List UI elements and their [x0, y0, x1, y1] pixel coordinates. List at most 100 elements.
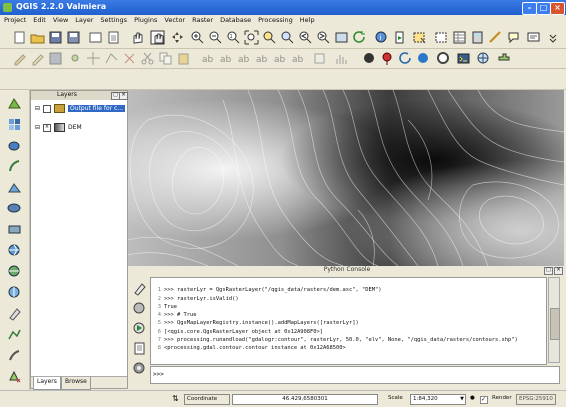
reload-python-icon[interactable]	[398, 51, 413, 66]
add-postgis-layer-icon[interactable]	[7, 138, 22, 153]
zoom-to-selection-icon[interactable]	[262, 30, 277, 45]
composer-manager-icon[interactable]	[106, 30, 121, 45]
add-delimited-text-layer-icon[interactable]	[7, 306, 22, 321]
run-command-icon[interactable]	[132, 321, 147, 336]
expand-icon[interactable]: ⊟	[35, 105, 40, 112]
tab-browser[interactable]: Browse	[61, 377, 91, 390]
red-pin-icon[interactable]	[380, 51, 395, 66]
new-project-icon[interactable]	[12, 30, 27, 45]
raster-histogram-icon[interactable]	[334, 51, 349, 66]
console-close-icon[interactable]: ×	[554, 267, 563, 275]
field-calculator-icon[interactable]	[470, 30, 485, 45]
measure-icon[interactable]	[488, 30, 503, 45]
add-vector-layer-icon[interactable]	[7, 96, 22, 111]
add-sql-anywhere-layer-icon[interactable]	[7, 222, 22, 237]
layer-item-dem[interactable]: ⊟ × DEM	[35, 123, 82, 132]
pan-to-selection-icon[interactable]	[150, 30, 165, 45]
panel-close-icon[interactable]: ×	[119, 92, 128, 100]
zoom-to-layer-icon[interactable]	[280, 30, 295, 45]
add-wcs-layer-icon[interactable]	[7, 264, 22, 279]
render-checkbox[interactable]: ✓	[480, 396, 488, 404]
layer-visibility-checkbox[interactable]	[43, 104, 52, 113]
menu-vector[interactable]: Vector	[160, 15, 188, 24]
stop-render-icon[interactable]: ●	[468, 394, 478, 405]
add-mssql-layer-icon[interactable]	[7, 180, 22, 195]
console-output[interactable]: 1 >>> rasterLyr = QgsRasterLayer("/qgis_d…	[150, 277, 547, 365]
label-tool-icon[interactable]: ab	[200, 51, 215, 66]
run-feature-action-icon[interactable]	[392, 30, 407, 45]
label-properties-icon[interactable]	[312, 51, 327, 66]
toolbar-overflow-icon[interactable]	[546, 30, 561, 45]
console-settings-icon[interactable]	[132, 361, 147, 376]
zoom-actual-size-icon[interactable]: 1	[226, 30, 241, 45]
save-as-icon[interactable]	[66, 30, 81, 45]
label-move-icon[interactable]: ab	[254, 51, 269, 66]
label-change-icon[interactable]: ab	[290, 51, 305, 66]
label-pin-icon[interactable]: ab	[218, 51, 233, 66]
menu-layer[interactable]: Layer	[71, 15, 96, 24]
menu-raster[interactable]: Raster	[188, 15, 216, 24]
new-shapefile-layer-icon[interactable]	[7, 327, 22, 342]
menu-processing[interactable]: Processing	[254, 15, 296, 24]
copy-features-icon[interactable]	[158, 51, 173, 66]
text-annotation-icon[interactable]	[526, 30, 541, 45]
menu-project[interactable]: Project	[0, 15, 29, 24]
node-tool-icon[interactable]	[104, 51, 119, 66]
cut-features-icon[interactable]	[140, 51, 155, 66]
import-class-icon[interactable]	[132, 301, 147, 316]
dark-globe-icon[interactable]	[362, 51, 377, 66]
console-scrollbar[interactable]	[548, 277, 560, 363]
scrollbar-thumb[interactable]	[550, 308, 560, 340]
zoom-out-icon[interactable]	[208, 30, 223, 45]
menu-database[interactable]: Database	[216, 15, 254, 24]
deselect-icon[interactable]	[434, 30, 449, 45]
current-edits-icon[interactable]	[12, 51, 27, 66]
blue-circle-icon[interactable]	[416, 51, 431, 66]
remove-layer-icon[interactable]	[7, 369, 22, 384]
crs-status[interactable]: EPSG:25910	[516, 394, 556, 405]
close-icon[interactable]: ×	[550, 2, 565, 15]
open-attribute-table-icon[interactable]	[452, 30, 467, 45]
paste-features-icon[interactable]	[176, 51, 191, 66]
menu-plugins[interactable]: Plugins	[130, 15, 160, 24]
map-tips-icon[interactable]	[506, 30, 521, 45]
label-rotate-icon[interactable]: ab	[272, 51, 287, 66]
save-layer-edits-icon[interactable]	[48, 51, 63, 66]
clear-console-icon[interactable]	[132, 281, 147, 296]
new-print-composer-icon[interactable]	[88, 30, 103, 45]
refresh-icon[interactable]	[352, 30, 367, 45]
zoom-in-icon[interactable]	[190, 30, 205, 45]
move-feature-icon[interactable]	[86, 51, 101, 66]
georeferencer-icon[interactable]	[476, 51, 491, 66]
add-oracle-layer-icon[interactable]	[7, 201, 22, 216]
zoom-next-icon[interactable]	[316, 30, 331, 45]
map-canvas[interactable]	[128, 90, 564, 266]
maximize-icon[interactable]: □	[536, 2, 551, 15]
openlayers-icon[interactable]	[436, 51, 451, 66]
zoom-full-icon[interactable]	[244, 30, 259, 45]
menu-edit[interactable]: Edit	[29, 15, 49, 24]
pan-hand-icon[interactable]	[130, 30, 145, 45]
layer-visibility-checkbox[interactable]: ×	[43, 123, 52, 132]
scale-combo[interactable]: 1:84,320 ▼	[410, 394, 466, 405]
add-spatialite-layer-icon[interactable]	[7, 159, 22, 174]
python-console-icon[interactable]	[456, 51, 471, 66]
expand-icon[interactable]: ⊟	[35, 124, 40, 131]
zoom-last-icon[interactable]	[298, 30, 313, 45]
toggle-editing-icon[interactable]	[30, 51, 45, 66]
plugin-manager-icon[interactable]	[496, 51, 511, 66]
menu-settings[interactable]: Settings	[96, 15, 130, 24]
menu-view[interactable]: View	[49, 15, 71, 24]
select-features-icon[interactable]	[412, 30, 427, 45]
identify-icon[interactable]: i	[374, 30, 389, 45]
new-map-view-icon[interactable]	[334, 30, 349, 45]
add-raster-layer-icon[interactable]	[7, 117, 22, 132]
new-spatialite-layer-icon[interactable]	[7, 348, 22, 363]
label-show-hide-icon[interactable]: ab	[236, 51, 251, 66]
layer-item-output-file[interactable]: ⊟ Output file for c...	[35, 104, 126, 113]
show-editor-icon[interactable]	[132, 341, 147, 356]
add-feature-icon[interactable]	[68, 51, 83, 66]
touch-zoom-icon[interactable]	[170, 30, 185, 45]
open-project-icon[interactable]	[30, 30, 45, 45]
add-wfs-layer-icon[interactable]	[7, 285, 22, 300]
